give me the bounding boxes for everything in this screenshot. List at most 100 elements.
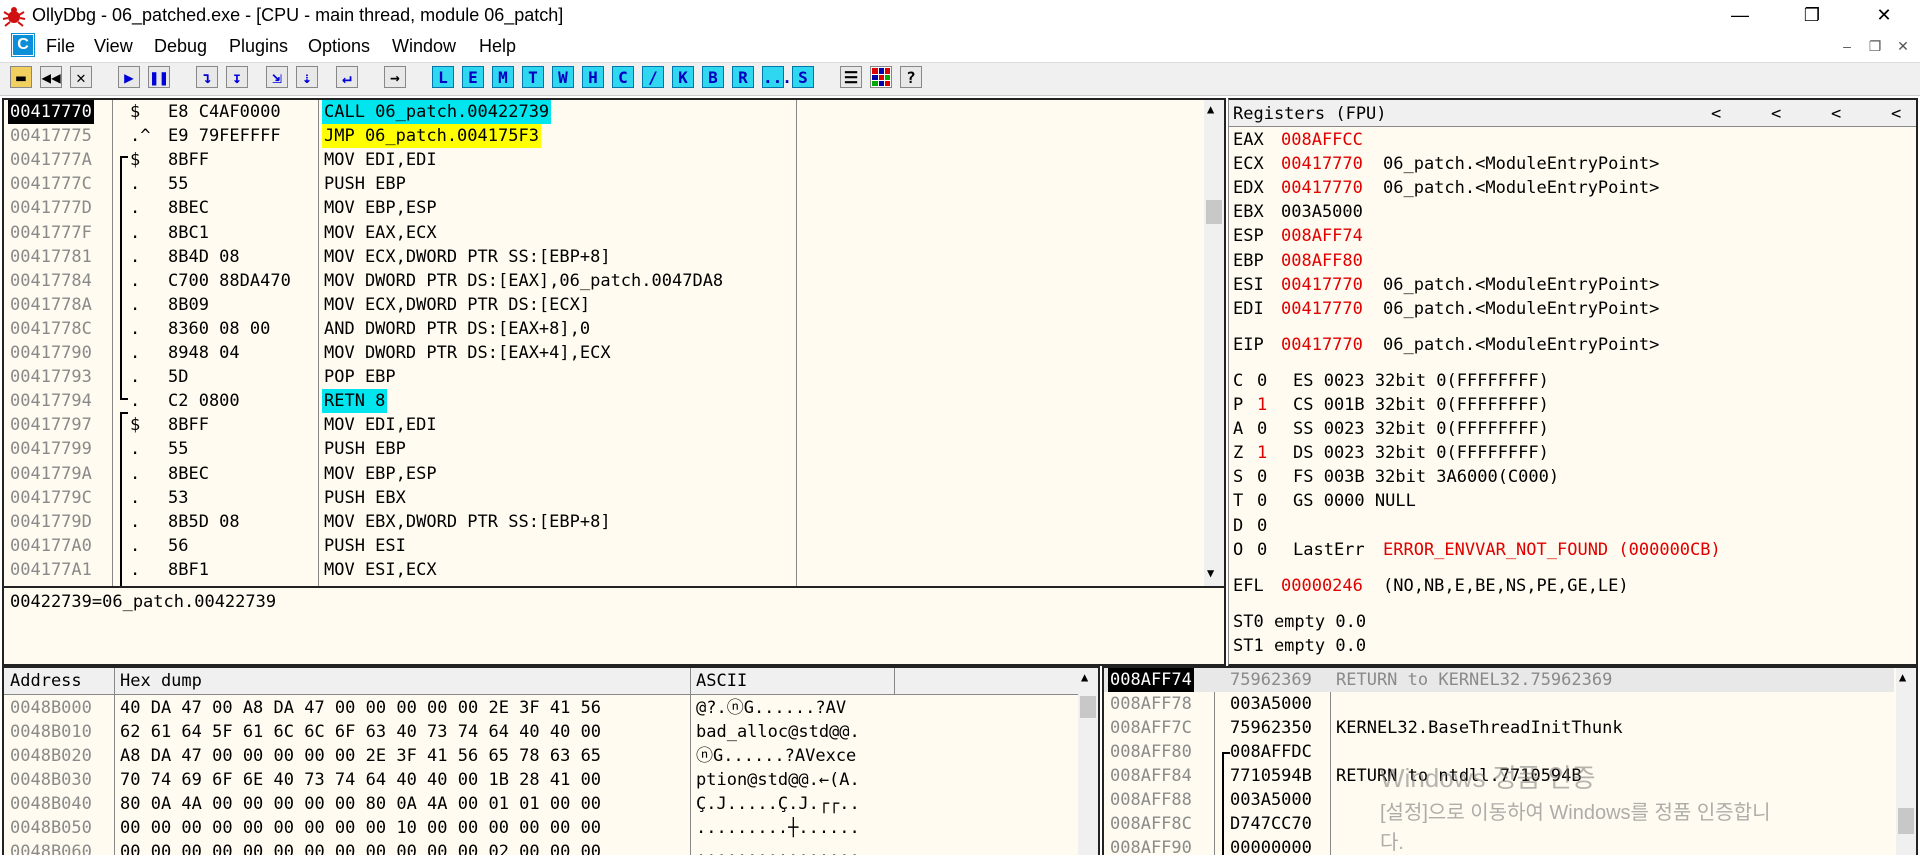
dump-ascii[interactable]: ................ (696, 840, 860, 855)
patches-button[interactable]: / (642, 66, 664, 88)
dump-address[interactable]: 0048B030 (10, 768, 92, 792)
register-value[interactable]: 008AFFCC (1281, 128, 1363, 152)
register-value[interactable]: 008AFF74 (1281, 224, 1363, 248)
executable-modules-button[interactable]: E (462, 66, 484, 88)
source-button[interactable]: S (792, 66, 814, 88)
threads-button[interactable]: T (522, 66, 544, 88)
scroll-up-icon[interactable]: ▲ (1899, 670, 1906, 684)
dump-ascii[interactable]: @?.ⓝG......?AV (696, 696, 846, 720)
mdi-restore-button[interactable]: ❐ (1864, 36, 1886, 56)
log-window-button[interactable]: L (432, 66, 454, 88)
disassembler-pane[interactable]: 00417770 $ E8 C4AF0000 CALL 06_patch.004227… (2, 98, 1226, 588)
disasm-row[interactable]: 0041779A. 8BEC MOV EBP,ESP (4, 462, 1200, 486)
disasm-row[interactable]: 0041777C. 55 PUSH EBP (4, 172, 1200, 196)
menu-window[interactable]: Window (392, 36, 456, 57)
rewind-icon[interactable]: ◀◀ (40, 66, 62, 88)
dump-header-address[interactable]: Address (10, 669, 82, 693)
disasm-row[interactable]: 00417794. C2 0800 RETN 8 (4, 389, 1200, 414)
trace-into-icon[interactable]: ⇲ (266, 66, 288, 88)
maximize-button[interactable]: ❐ (1784, 0, 1840, 32)
scroll-up-icon[interactable]: ▲ (1081, 670, 1088, 684)
registers-pane[interactable]: Registers (FPU) < < < < EAX 008AFFCC ECX 00… (1228, 98, 1918, 666)
register-value[interactable]: 00417770 (1281, 297, 1363, 321)
stack-address[interactable]: 008AFF8C (1108, 812, 1194, 836)
flag-value[interactable]: 0 (1257, 465, 1267, 489)
dump-ascii[interactable]: bad_alloc@std@@. (696, 720, 860, 744)
dump-scrollbar[interactable]: ▲ (1078, 668, 1098, 855)
disasm-row[interactable]: 00417799. 55 PUSH EBP (4, 437, 1200, 461)
close-button[interactable]: ✕ (1856, 0, 1912, 32)
dump-ascii[interactable]: ption@std@@.←(A. (696, 768, 860, 792)
register-value[interactable]: 00417770 (1281, 333, 1363, 357)
disasm-row[interactable]: 00417793. 5D POP EBP (4, 365, 1200, 389)
menu-file[interactable]: File (46, 36, 75, 57)
scroll-up-icon[interactable]: ▲ (1207, 102, 1214, 116)
registers-prev-icon[interactable]: < (1891, 102, 1901, 126)
disasm-row[interactable]: 004177A1. 8BF1 MOV ESI,ECX (4, 558, 1200, 582)
cpu-window-icon[interactable]: C (12, 34, 34, 56)
step-into-icon[interactable]: ↴ (196, 66, 218, 88)
memory-map-button[interactable]: M (492, 66, 514, 88)
stack-value[interactable]: 008AFFDC (1230, 740, 1312, 764)
open-folder-icon[interactable]: ▬ (10, 66, 32, 88)
disasm-row[interactable]: 00417784. C700 88DA470 MOV DWORD PTR DS:[E… (4, 269, 1200, 293)
pause-icon[interactable]: ❚❚ (148, 66, 170, 88)
disasm-row[interactable]: 00417790. 8948 04 MOV DWORD PTR DS:[EAX+4]… (4, 341, 1200, 365)
dump-ascii[interactable]: Ç.J.....Ç.J.┌┌.. (696, 792, 860, 816)
disasm-scrollbar[interactable]: ▲ ▼ (1204, 100, 1224, 586)
flag-value[interactable]: 1 (1257, 393, 1267, 417)
trace-over-icon[interactable]: ⇣ (296, 66, 318, 88)
stack-value[interactable]: 003A5000 (1230, 692, 1312, 716)
minimize-button[interactable]: — (1712, 0, 1768, 32)
register-value[interactable]: 003A5000 (1281, 200, 1363, 224)
disasm-row[interactable]: 0041777F. 8BC1 MOV EAX,ECX (4, 221, 1200, 245)
disasm-row[interactable]: 00417775 .^ E9 79FEFFFF JMP 06_patch.004175… (4, 124, 1200, 149)
stack-value[interactable]: 75962369 (1230, 668, 1312, 692)
help-button[interactable]: ? (900, 66, 922, 88)
register-value[interactable]: 00417770 (1281, 273, 1363, 297)
flag-value[interactable]: 0 (1257, 514, 1267, 538)
close-process-icon[interactable]: ✕ (70, 66, 92, 88)
dump-ascii[interactable]: .........┼...... (696, 816, 860, 840)
dump-address[interactable]: 0048B010 (10, 720, 92, 744)
register-value[interactable]: 00417770 (1281, 152, 1363, 176)
dump-hex[interactable]: 00 00 00 00 00 00 00 00 00 10 00 00 00 0… (120, 816, 601, 840)
disasm-row[interactable]: 0041779D. 8B5D 08 MOV EBX,DWORD PTR SS:[EB… (4, 510, 1200, 534)
dump-address[interactable]: 0048B020 (10, 744, 92, 768)
disasm-row[interactable]: 004177A0. 56 PUSH ESI (4, 534, 1200, 558)
menu-view[interactable]: View (94, 36, 133, 57)
stack-address[interactable]: 008AFF80 (1108, 740, 1194, 764)
execute-till-return-icon[interactable]: ↵ (336, 66, 358, 88)
disasm-row[interactable]: 00417770 $ E8 C4AF0000 CALL 06_patch.004227… (4, 100, 1200, 124)
register-value[interactable]: 008AFF80 (1281, 249, 1363, 273)
dump-address[interactable]: 0048B000 (10, 696, 92, 720)
register-value[interactable]: 00417770 (1281, 176, 1363, 200)
dump-address[interactable]: 0048B050 (10, 816, 92, 840)
dump-hex[interactable]: 70 74 69 6F 6E 40 73 74 64 40 40 00 1B 2… (120, 768, 601, 792)
disasm-row[interactable]: 00417781. 8B4D 08 MOV ECX,DWORD PTR SS:[EB… (4, 245, 1200, 269)
stack-address[interactable]: 008AFF7C (1108, 716, 1194, 740)
run-icon[interactable]: ▶ (118, 66, 140, 88)
run-trace-button[interactable]: ... (762, 66, 792, 88)
step-over-icon[interactable]: ↧ (226, 66, 248, 88)
dump-hex[interactable]: 62 61 64 5F 61 6C 6C 6F 63 40 73 74 64 4… (120, 720, 601, 744)
flag-value[interactable]: 1 (1257, 441, 1267, 465)
menu-help[interactable]: Help (479, 36, 516, 57)
stack-value[interactable]: 7710594B (1230, 764, 1312, 788)
menu-debug[interactable]: Debug (154, 36, 207, 57)
stack-value[interactable]: 00000000 (1230, 836, 1312, 855)
stack-address[interactable]: 008AFF88 (1108, 788, 1194, 812)
dump-address[interactable]: 0048B040 (10, 792, 92, 816)
go-to-address-icon[interactable]: → (384, 66, 406, 88)
stack-value[interactable]: D747CC70 (1230, 812, 1312, 836)
handles-button[interactable]: H (582, 66, 604, 88)
menu-options[interactable]: Options (308, 36, 370, 57)
stack-scrollbar[interactable]: ▲ (1896, 668, 1916, 855)
mdi-close-button[interactable]: ✕ (1892, 36, 1914, 56)
scroll-down-icon[interactable]: ▼ (1207, 566, 1214, 580)
registers-prev-icon[interactable]: < (1771, 102, 1781, 126)
mdi-minimize-button[interactable]: – (1836, 36, 1858, 56)
disasm-row[interactable]: 0041777D. 8BEC MOV EBP,ESP (4, 196, 1200, 220)
disasm-row[interactable]: 0041778C. 8360 08 00 AND DWORD PTR DS:[EAX… (4, 317, 1200, 341)
flag-value[interactable]: 0 (1257, 489, 1267, 513)
